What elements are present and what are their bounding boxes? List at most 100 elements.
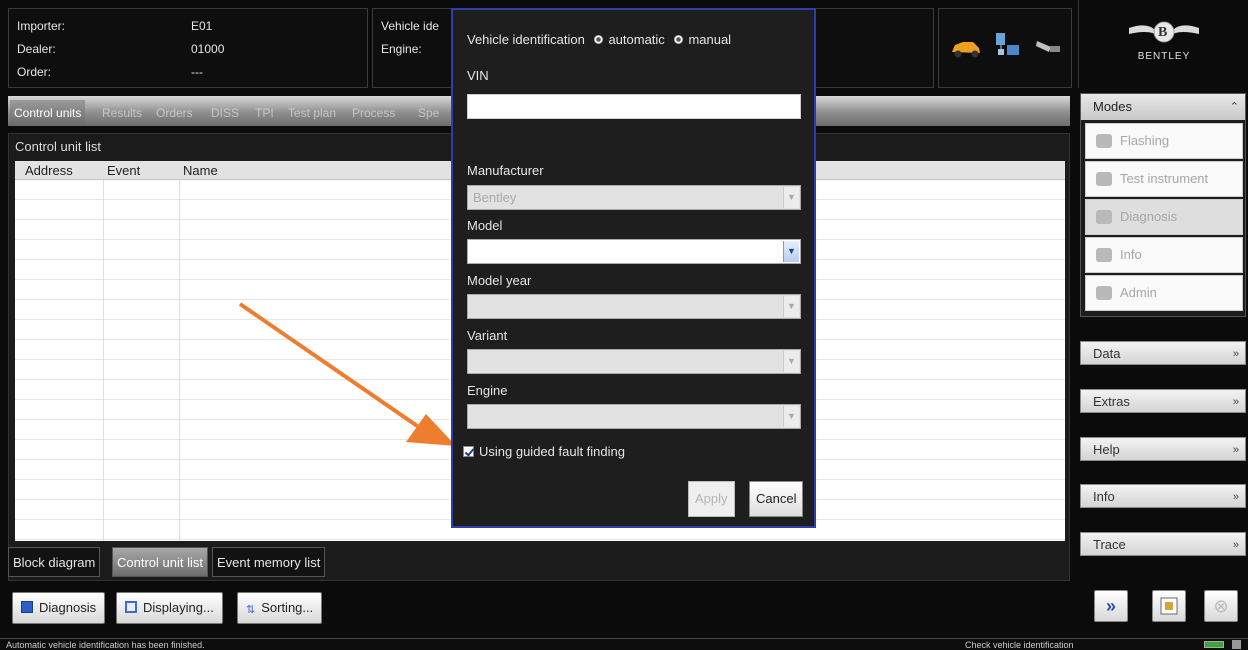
displaying-button-label: Displaying...: [143, 600, 214, 615]
orange-arrow: [238, 302, 456, 446]
model-label: Model: [467, 218, 503, 233]
order-label: Order:: [17, 65, 52, 79]
column-header-address[interactable]: Address: [25, 163, 73, 178]
expand-chevron-icon: »: [1232, 491, 1239, 503]
collapse-chevron-icon[interactable]: ⌃: [1230, 94, 1239, 120]
section-info-label: Info: [1093, 489, 1115, 504]
admin-icon: [1096, 286, 1112, 300]
mode-flashing-label: Flashing: [1120, 133, 1170, 148]
tab-diss[interactable]: DISS: [207, 100, 243, 126]
automatic-label[interactable]: automatic: [608, 32, 664, 47]
diagnosis-button[interactable]: Diagnosis: [12, 592, 106, 624]
section-data-label: Data: [1093, 346, 1121, 361]
cancel-circle-icon: ⊗: [1213, 596, 1229, 616]
info-icon: [1096, 248, 1112, 262]
model-year-select[interactable]: ▼: [467, 294, 801, 319]
engine-select[interactable]: ▼: [467, 404, 801, 429]
mode-test-instrument[interactable]: Test instrument: [1085, 161, 1243, 197]
modes-header[interactable]: Modes ⌃: [1081, 94, 1245, 120]
mode-info[interactable]: Info: [1085, 237, 1243, 273]
manufacturer-select[interactable]: Bentley ▼: [467, 185, 801, 210]
connection-icon: [1232, 640, 1241, 649]
sorting-button[interactable]: ⇅ Sorting...: [237, 592, 323, 624]
order-info-panel: Importer: E01 Dealer: 01000 Order: ---: [8, 8, 368, 88]
tab-test-plan[interactable]: Test plan: [284, 100, 340, 126]
guided-fault-finding-option[interactable]: Using guided fault finding: [463, 444, 625, 459]
car-icon[interactable]: [949, 37, 983, 59]
cancel-button[interactable]: Cancel: [749, 481, 804, 517]
guided-label: Using guided fault finding: [479, 444, 625, 459]
test-instrument-icon: [1096, 172, 1112, 186]
chevron-down-icon[interactable]: ▼: [783, 241, 799, 262]
column-divider: [103, 180, 104, 541]
expand-chevron-icon: »: [1232, 539, 1239, 551]
network-icon[interactable]: [993, 31, 1023, 61]
tab-process[interactable]: Process: [348, 100, 399, 126]
manufacturer-value: Bentley: [473, 190, 517, 205]
section-extras[interactable]: Extras »: [1080, 389, 1246, 413]
variant-select[interactable]: ▼: [467, 349, 801, 374]
section-help[interactable]: Help »: [1080, 437, 1246, 461]
screenshot-button[interactable]: [1152, 590, 1186, 622]
battery-icon: [1204, 641, 1224, 648]
status-icons-panel: [938, 8, 1072, 88]
diagnosis-button-label: Diagnosis: [39, 600, 97, 615]
modes-panel: Modes ⌃ Flashing Test instrument Diagnos…: [1080, 93, 1246, 317]
status-bar: Automatic vehicle identification has bee…: [0, 638, 1248, 650]
radio-automatic[interactable]: [594, 35, 604, 44]
modes-title: Modes: [1093, 99, 1133, 114]
mode-flashing[interactable]: Flashing: [1085, 123, 1243, 159]
plug-icon[interactable]: [1033, 35, 1063, 59]
manufacturer-label: Manufacturer: [467, 163, 544, 178]
expand-chevron-icon: »: [1232, 444, 1239, 456]
flashing-icon: [1096, 134, 1112, 148]
section-data[interactable]: Data »: [1080, 341, 1246, 365]
tab-spe[interactable]: Spe: [414, 100, 443, 126]
frame-icon: [1160, 597, 1178, 615]
column-header-event[interactable]: Event: [107, 163, 140, 178]
sort-icon: ⇅: [246, 604, 256, 616]
model-select[interactable]: ▼: [467, 239, 801, 264]
sorting-button-label: Sorting...: [261, 600, 314, 615]
column-divider: [179, 180, 180, 541]
variant-label: Variant: [467, 328, 508, 343]
section-trace-label: Trace: [1093, 537, 1126, 552]
mode-admin[interactable]: Admin: [1085, 275, 1243, 311]
chevron-down-icon: ▼: [783, 296, 799, 317]
expand-chevron-icon: »: [1232, 396, 1239, 408]
status-check-message: Check vehicle identification: [965, 640, 1074, 650]
tab-orders[interactable]: Orders: [152, 100, 197, 126]
mode-diagnosis[interactable]: Diagnosis: [1085, 199, 1243, 235]
tab-control-unit-list[interactable]: Control unit list: [112, 547, 208, 577]
vehicle-identification-dialog: Vehicle identification automatic manual …: [451, 8, 816, 528]
radio-manual[interactable]: [674, 35, 684, 44]
forward-button[interactable]: »: [1094, 590, 1128, 622]
tab-control-units[interactable]: Control units: [10, 100, 86, 126]
dealer-value: 01000: [191, 42, 225, 56]
cancel-action-button[interactable]: ⊗: [1204, 590, 1238, 622]
double-chevron-right-icon: »: [1105, 596, 1116, 616]
apply-button[interactable]: Apply: [688, 481, 735, 517]
chevron-down-icon: ▼: [783, 187, 799, 208]
display-icon: [125, 601, 137, 613]
vin-input[interactable]: [467, 94, 801, 119]
column-header-name[interactable]: Name: [183, 163, 218, 178]
tab-results[interactable]: Results: [98, 100, 146, 126]
identification-label: Vehicle identification: [467, 32, 585, 47]
displaying-button[interactable]: Displaying...: [116, 592, 223, 624]
chevron-down-icon: ▼: [783, 351, 799, 372]
manual-label[interactable]: manual: [688, 32, 731, 47]
section-extras-label: Extras: [1093, 394, 1130, 409]
section-trace[interactable]: Trace »: [1080, 532, 1246, 556]
tab-tpi[interactable]: TPI: [251, 100, 278, 126]
diagnosis-mode-icon: [1096, 210, 1112, 224]
mode-info-label: Info: [1120, 247, 1142, 262]
tab-event-memory-list[interactable]: Event memory list: [212, 547, 326, 577]
model-year-label: Model year: [467, 273, 532, 288]
section-info[interactable]: Info »: [1080, 484, 1246, 508]
tab-block-diagram[interactable]: Block diagram: [8, 547, 101, 577]
guided-checkbox[interactable]: [463, 446, 474, 457]
vin-label: VIN: [467, 68, 489, 83]
diagnosis-icon: [21, 601, 33, 613]
order-value: ---: [191, 65, 203, 79]
